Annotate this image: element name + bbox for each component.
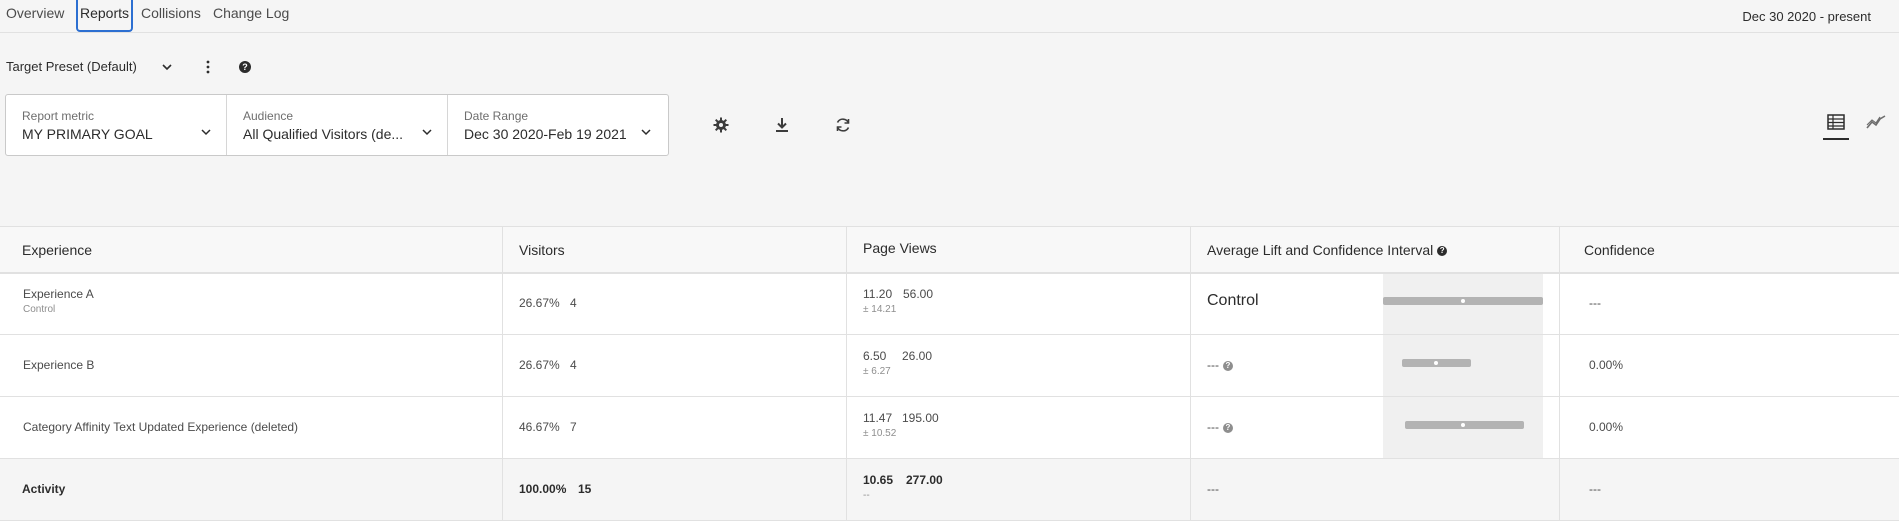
column-divider: [502, 227, 503, 520]
chevron-down-icon: [422, 129, 432, 136]
download-icon[interactable]: [773, 116, 791, 134]
tab-reports[interactable]: Reports: [76, 0, 134, 32]
visitors-percent: 26.67%: [519, 296, 560, 310]
summary-page-views-interval: --: [863, 490, 870, 501]
page-views-average: 6.50: [863, 349, 887, 363]
report-filters: Report metric MY PRIMARY GOAL Audience A…: [5, 94, 669, 156]
results-table: Experience Visitors Page Views Average L…: [0, 226, 1899, 523]
experience-subtitle: Control: [23, 304, 56, 315]
help-icon[interactable]: ?: [1437, 246, 1448, 257]
table-header: Experience Visitors Page Views Average L…: [0, 227, 1899, 274]
page-views-interval: ± 14.21: [863, 304, 897, 315]
experience-name: Category Affinity Text Updated Experienc…: [23, 420, 299, 434]
preset-selector[interactable]: Target Preset (Default): [6, 59, 137, 74]
gear-icon[interactable]: [712, 116, 730, 134]
visitors-count: 4: [570, 358, 577, 372]
visitors-count: 4: [570, 296, 577, 310]
tab-collisions[interactable]: Collisions: [141, 0, 201, 31]
ci-mean-marker: [1461, 299, 1465, 303]
audience-value: All Qualified Visitors (de...: [243, 126, 404, 142]
summary-visitors-percent: 100.00%: [519, 482, 567, 496]
summary-page-views-average: 10.65: [863, 473, 894, 487]
help-icon[interactable]: ?: [1223, 360, 1233, 371]
header-visitors[interactable]: Visitors: [519, 242, 565, 258]
visitors-percent: 46.67%: [519, 420, 560, 434]
date-range-label: Date Range: [464, 109, 529, 123]
header-page-views[interactable]: Page Views: [863, 240, 937, 256]
activity-date-range: Dec 30 2020 - present: [1742, 9, 1871, 24]
report-metric-select[interactable]: Report metric MY PRIMARY GOAL: [6, 95, 227, 155]
header-experience[interactable]: Experience: [22, 242, 92, 258]
column-divider: [846, 227, 847, 520]
page-views-interval: ± 10.52: [863, 428, 897, 439]
lift-cell: ---?: [1207, 420, 1233, 434]
header-lift-label: Average Lift and Confidence Interval: [1207, 242, 1434, 258]
header-confidence[interactable]: Confidence: [1584, 242, 1655, 258]
refresh-icon[interactable]: [834, 116, 852, 134]
graph-view-icon[interactable]: [1866, 113, 1886, 131]
chevron-down-icon: [201, 129, 211, 136]
visitors-percent: 26.67%: [519, 358, 560, 372]
summary-confidence: ---: [1589, 482, 1601, 496]
tab-change-log[interactable]: Change Log: [213, 0, 289, 31]
column-divider: [1190, 227, 1191, 520]
help-icon[interactable]: ?: [239, 61, 251, 73]
summary-visitors-count: 15: [578, 482, 592, 496]
lift-value: Control: [1207, 292, 1259, 309]
confidence-value: 0.00%: [1589, 420, 1624, 434]
top-tab-bar: Overview Reports Collisions Change Log D…: [0, 0, 1899, 33]
page-views-total: 195.00: [902, 411, 939, 425]
page-views-average: 11.47: [863, 411, 893, 425]
experience-name: Experience A: [23, 287, 94, 301]
ci-mean-marker: [1433, 361, 1438, 365]
active-view-indicator: [1823, 138, 1849, 140]
date-range-value: Dec 30 2020-Feb 19 2021: [464, 126, 627, 142]
confidence-value: 0.00%: [1589, 358, 1624, 372]
table-view-icon[interactable]: [1826, 113, 1846, 131]
chevron-down-icon[interactable]: [160, 60, 174, 74]
table-row: Experience B 26.67% 4 6.50 26.00 ± 6.27 …: [0, 335, 1899, 397]
audience-label: Audience: [243, 109, 294, 123]
lift-cell: ---?: [1207, 358, 1233, 372]
more-options-icon[interactable]: [204, 60, 212, 74]
table-summary-row: Activity 100.00% 15 10.65 277.00 -- --- …: [0, 459, 1899, 521]
page-views-total: 26.00: [902, 349, 933, 363]
date-range-select[interactable]: Date Range Dec 30 2020-Feb 19 2021: [448, 95, 666, 155]
tab-overview[interactable]: Overview: [6, 0, 64, 31]
help-icon[interactable]: ?: [1223, 422, 1233, 433]
page-views-total: 56.00: [903, 287, 934, 301]
header-lift[interactable]: Average Lift and Confidence Interval?: [1207, 242, 1448, 258]
report-metric-value: MY PRIMARY GOAL: [22, 126, 153, 142]
table-row: Experience A Control 26.67% 4 11.20 56.0…: [0, 273, 1899, 335]
lift-value: ---: [1207, 358, 1219, 372]
confidence-value: ---: [1589, 296, 1601, 310]
ci-mean-marker: [1461, 423, 1465, 427]
column-divider: [1559, 227, 1560, 520]
summary-name: Activity: [22, 482, 66, 496]
chevron-down-icon: [641, 129, 651, 136]
summary-page-views-total: 277.00: [906, 473, 943, 487]
experience-name: Experience B: [23, 358, 95, 372]
lift-value: ---: [1207, 420, 1219, 434]
audience-select[interactable]: Audience All Qualified Visitors (de...: [227, 95, 448, 155]
report-metric-label: Report metric: [22, 109, 95, 123]
page-views-interval: ± 6.27: [863, 366, 891, 377]
visitors-count: 7: [570, 420, 577, 434]
page-views-average: 11.20: [863, 287, 893, 301]
summary-lift: ---: [1207, 482, 1219, 496]
table-row: Category Affinity Text Updated Experienc…: [0, 397, 1899, 459]
